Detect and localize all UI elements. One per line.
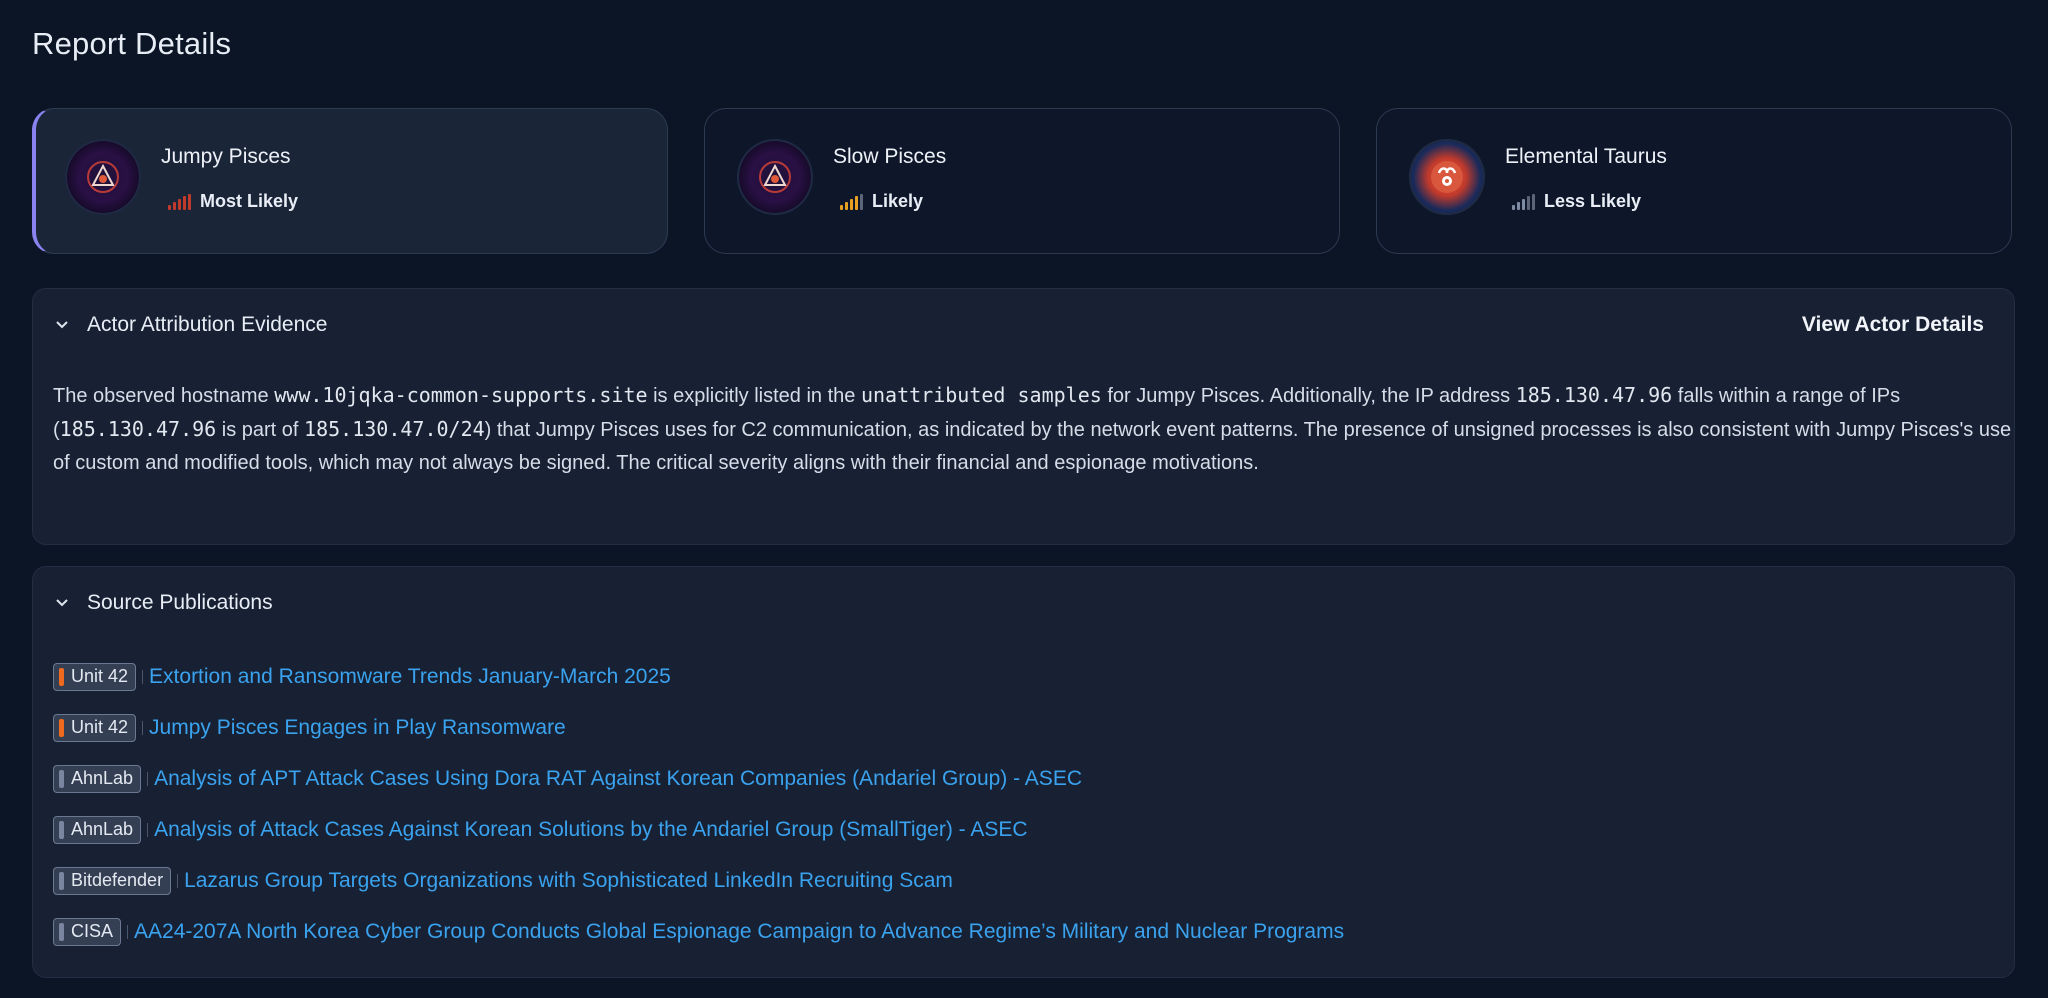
actor-card-jumpy-pisces[interactable]: Jumpy Pisces Most Likely	[32, 108, 668, 254]
publication-link[interactable]: Extortion and Ransomware Trends January-…	[149, 665, 671, 689]
publication-item: Bitdefender Lazarus Group Targets Organi…	[53, 855, 1344, 906]
publication-link[interactable]: AA24-207A North Korea Cyber Group Conduc…	[134, 920, 1344, 944]
pisces-emblem-icon	[759, 161, 791, 193]
evidence-text: The observed hostname www.10jqka-common-…	[53, 383, 2012, 474]
source-accent	[59, 769, 64, 788]
actor-avatar	[65, 139, 141, 215]
publication-item: Unit 42 Jumpy Pisces Engages in Play Ran…	[53, 702, 1344, 753]
panel-title: Actor Attribution Evidence	[87, 313, 328, 336]
divider	[177, 873, 179, 888]
evidence-panel-toggle[interactable]: Actor Attribution Evidence	[53, 313, 327, 337]
actor-name: Jumpy Pisces	[161, 145, 291, 168]
hostname-code: www.10jqka-common-supports.site	[274, 383, 648, 407]
likelihood-indicator: Less Likely	[1512, 191, 1641, 212]
report-details-page: Report Details Jumpy Pisces Most Likely	[0, 0, 2048, 998]
view-actor-details-button[interactable]: View Actor Details	[1802, 313, 1984, 337]
actor-card-elemental-taurus[interactable]: Elemental Taurus Less Likely	[1376, 108, 2012, 254]
divider	[127, 924, 129, 939]
source-badge: Unit 42	[53, 713, 137, 742]
publication-item: AhnLab Analysis of Attack Cases Against …	[53, 804, 1344, 855]
cidr-code: 185.130.47.0/24	[304, 417, 485, 441]
likelihood-label: Likely	[872, 191, 924, 211]
divider	[142, 720, 144, 735]
likelihood-label: Less Likely	[1544, 191, 1642, 211]
source-publications-panel: Source Publications Unit 42 Extortion an…	[32, 566, 2015, 978]
source-accent	[59, 667, 64, 686]
actor-avatar	[1409, 139, 1485, 215]
likelihood-indicator: Likely	[840, 191, 923, 212]
panel-title: Source Publications	[87, 591, 273, 614]
chevron-down-icon	[53, 594, 71, 612]
publication-list: Unit 42 Extortion and Ransomware Trends …	[53, 651, 1344, 957]
pisces-emblem-icon	[87, 161, 119, 193]
source-accent	[59, 922, 64, 941]
actor-card-slow-pisces[interactable]: Slow Pisces Likely	[704, 108, 1340, 254]
divider	[147, 822, 149, 837]
divider	[147, 771, 149, 786]
taurus-emblem-icon	[1431, 161, 1463, 193]
actor-avatar	[737, 139, 813, 215]
signal-strength-icon	[840, 193, 863, 210]
source-badge: CISA	[53, 917, 122, 946]
ip-code: 185.130.47.96	[59, 417, 217, 441]
source-badge: AhnLab	[53, 815, 142, 844]
likelihood-label: Most Likely	[200, 191, 299, 211]
source-accent	[59, 871, 64, 890]
actor-name: Slow Pisces	[833, 145, 947, 168]
actor-attribution-evidence-panel: Actor Attribution Evidence View Actor De…	[32, 288, 2015, 545]
publication-item: AhnLab Analysis of APT Attack Cases Usin…	[53, 753, 1344, 804]
likelihood-indicator: Most Likely	[168, 191, 298, 212]
chevron-down-icon	[53, 316, 71, 334]
ip-code: 185.130.47.96	[1515, 383, 1673, 407]
actor-name: Elemental Taurus	[1505, 145, 1667, 168]
publication-link[interactable]: Analysis of Attack Cases Against Korean …	[154, 818, 1027, 842]
divider	[142, 669, 144, 684]
source-accent	[59, 718, 64, 737]
source-accent	[59, 820, 64, 839]
page-title: Report Details	[32, 26, 232, 61]
publication-link[interactable]: Lazarus Group Targets Organizations with…	[184, 869, 953, 893]
samples-code: unattributed samples	[860, 383, 1102, 407]
source-badge: AhnLab	[53, 764, 142, 793]
source-badge: Unit 42	[53, 662, 137, 691]
publications-panel-toggle[interactable]: Source Publications	[53, 591, 273, 615]
publication-link[interactable]: Analysis of APT Attack Cases Using Dora …	[154, 767, 1082, 791]
source-badge: Bitdefender	[53, 866, 172, 895]
publication-link[interactable]: Jumpy Pisces Engages in Play Ransomware	[149, 716, 566, 740]
signal-strength-icon	[1512, 193, 1535, 210]
signal-strength-icon	[168, 193, 191, 210]
publication-item: CISA AA24-207A North Korea Cyber Group C…	[53, 906, 1344, 957]
publication-item: Unit 42 Extortion and Ransomware Trends …	[53, 651, 1344, 702]
